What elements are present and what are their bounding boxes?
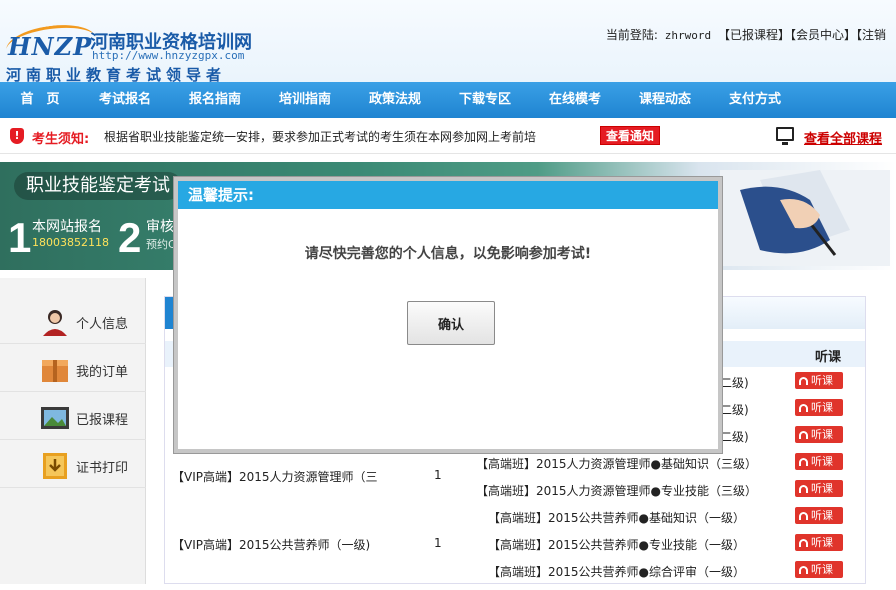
table-row: 【高端班】2015人力资源管理师●专业技能（三级） 听课 xyxy=(154,480,896,509)
subcourse-name[interactable]: 【高端班】2015公共营养师●基础知识（一级） xyxy=(488,509,745,526)
listen-label: 听课 xyxy=(811,536,833,549)
nav-home[interactable]: 首 页 xyxy=(0,82,80,118)
sidebar-item-personal-info[interactable]: 个人信息 xyxy=(0,296,146,344)
sidebar-item-certificate-print[interactable]: 证书打印 xyxy=(0,440,146,488)
site-logo[interactable]: HNZP 河南职业资格培训网 http://www.hnzyzgpx.com 河… xyxy=(3,19,296,84)
reminder-dialog: 温馨提示: 请尽快完善您的个人信息，以免影响参加考试! 确认 xyxy=(174,177,722,453)
notice-bar: ! 考生须知: 根据省职业技能鉴定统一安排，要求参加正式考试的考生须在本网参加网… xyxy=(0,118,896,154)
listen-button[interactable]: 听课 xyxy=(795,372,843,389)
nav-policies[interactable]: 政策法规 xyxy=(350,82,440,118)
listen-label: 听课 xyxy=(811,482,833,495)
nav-payment[interactable]: 支付方式 xyxy=(710,82,800,118)
sidebar-item-label: 已报课程 xyxy=(76,413,129,428)
logout-link[interactable]: 【注销 xyxy=(856,28,886,42)
subcourse-name: 二级) xyxy=(720,430,749,444)
main-nav: 首 页 考试报名 报名指南 培训指南 政策法规 下载专区 在线模考 课程动态 支… xyxy=(0,82,896,118)
notice-text: 根据省职业技能鉴定统一安排，要求参加正式考试的考生须在本网参加网上考前培 xyxy=(104,130,537,144)
banner-title: 职业技能鉴定考试 xyxy=(14,172,182,200)
nav-training-guide[interactable]: 培训指南 xyxy=(260,82,350,118)
subcourse-name: 二级) xyxy=(720,376,749,390)
headphone-icon xyxy=(799,404,808,412)
registered-courses-link[interactable]: 【已报课程】 xyxy=(718,28,790,42)
step-1-number: 1 xyxy=(8,214,32,261)
listen-button[interactable]: 听课 xyxy=(795,561,843,578)
listen-button[interactable]: 听课 xyxy=(795,507,843,524)
headphone-icon xyxy=(799,377,808,385)
nav-registration-guide[interactable]: 报名指南 xyxy=(170,82,260,118)
sidebar-item-label: 证书打印 xyxy=(76,461,129,476)
tab-accent xyxy=(165,297,173,329)
course-name[interactable]: 【VIP高端】2015公共营养师（一级) xyxy=(172,536,370,553)
listen-label: 听课 xyxy=(811,455,833,468)
headphone-icon xyxy=(799,431,808,439)
listen-label: 听课 xyxy=(811,428,833,441)
headphone-icon xyxy=(799,512,808,520)
subcourse-name[interactable]: 【高端班】2015人力资源管理师●专业技能（三级） xyxy=(476,482,757,499)
nav-exam-registration[interactable]: 考试报名 xyxy=(80,82,170,118)
step-2-label: 审核 xyxy=(146,219,174,235)
listen-label: 听课 xyxy=(811,509,833,522)
listen-button[interactable]: 听课 xyxy=(795,426,843,443)
course-quantity: 1 xyxy=(434,468,442,482)
logo-mark: HNZP xyxy=(8,32,93,61)
listen-label: 听课 xyxy=(811,374,833,387)
notice-label: 考生须知: xyxy=(32,132,90,147)
subcourse-name: 二级) xyxy=(720,403,749,417)
column-header-listen: 听课 xyxy=(815,350,842,365)
listen-button[interactable]: 听课 xyxy=(795,480,843,497)
dialog-message: 请尽快完善您的个人信息，以免影响参加考试! xyxy=(304,246,592,262)
course-picture-icon xyxy=(41,407,69,429)
user-avatar-icon xyxy=(43,310,67,336)
nav-downloads[interactable]: 下载专区 xyxy=(440,82,530,118)
writing-hand-image xyxy=(720,170,890,266)
table-row: 【VIP高端】2015公共营养师（一级) 1 【高端班】2015公共营养师●专业… xyxy=(154,534,896,563)
view-notice-button[interactable]: 查看通知 xyxy=(600,126,660,145)
course-quantity: 1 xyxy=(434,536,442,550)
certificate-download-icon xyxy=(43,453,67,479)
subcourse-name[interactable]: 【高端班】2015公共营养师●专业技能（一级） xyxy=(488,536,745,553)
table-row: 【高端班】2015公共营养师●基础知识（一级） 听课 xyxy=(154,507,896,536)
alert-shield-icon: ! xyxy=(10,128,24,144)
site-header: HNZP 河南职业资格培训网 http://www.hnzyzgpx.com 河… xyxy=(0,0,896,84)
listen-label: 听课 xyxy=(811,401,833,414)
headphone-icon xyxy=(799,539,808,547)
step-2-sub: 预约C xyxy=(146,238,176,251)
order-box-icon xyxy=(42,360,68,382)
member-center-link[interactable]: 【会员中心】 xyxy=(790,28,856,42)
listen-button[interactable]: 听课 xyxy=(795,534,843,551)
site-url: http://www.hnzyzgpx.com xyxy=(92,49,245,62)
user-bar: 当前登陆: zhrword 【已报课程】【会员中心】【注销 xyxy=(606,26,886,43)
sidebar-item-registered-courses[interactable]: 已报课程 xyxy=(0,392,146,440)
view-all-courses-link[interactable]: 查看全部课程 xyxy=(804,128,882,147)
step-1-label: 本网站报名 xyxy=(32,219,102,235)
username: zhrword xyxy=(664,29,712,42)
step-1-phone: 18003852118 xyxy=(32,236,109,249)
sidebar-item-label: 我的订单 xyxy=(76,365,129,380)
headphone-icon xyxy=(799,566,808,574)
dialog-title: 温馨提示: xyxy=(178,181,718,209)
table-row: 【高端班】2015公共营养师●综合评审（一级） 听课 xyxy=(154,561,896,590)
sidebar-item-my-orders[interactable]: 我的订单 xyxy=(0,344,146,392)
listen-label: 听课 xyxy=(811,563,833,576)
nav-course-news[interactable]: 课程动态 xyxy=(620,82,710,118)
member-sidebar: 个人信息 我的订单 已报课程 证书打印 xyxy=(0,278,146,584)
sidebar-item-label: 个人信息 xyxy=(76,317,129,332)
headphone-icon xyxy=(799,458,808,466)
step-2-number: 2 xyxy=(118,214,142,261)
monitor-icon xyxy=(776,127,794,145)
nav-online-mock-exam[interactable]: 在线模考 xyxy=(530,82,620,118)
subcourse-name[interactable]: 【高端班】2015公共营养师●综合评审（一级） xyxy=(488,563,745,580)
login-prefix: 当前登陆: xyxy=(605,28,658,42)
confirm-button[interactable]: 确认 xyxy=(407,301,495,345)
headphone-icon xyxy=(799,485,808,493)
listen-button[interactable]: 听课 xyxy=(795,399,843,416)
